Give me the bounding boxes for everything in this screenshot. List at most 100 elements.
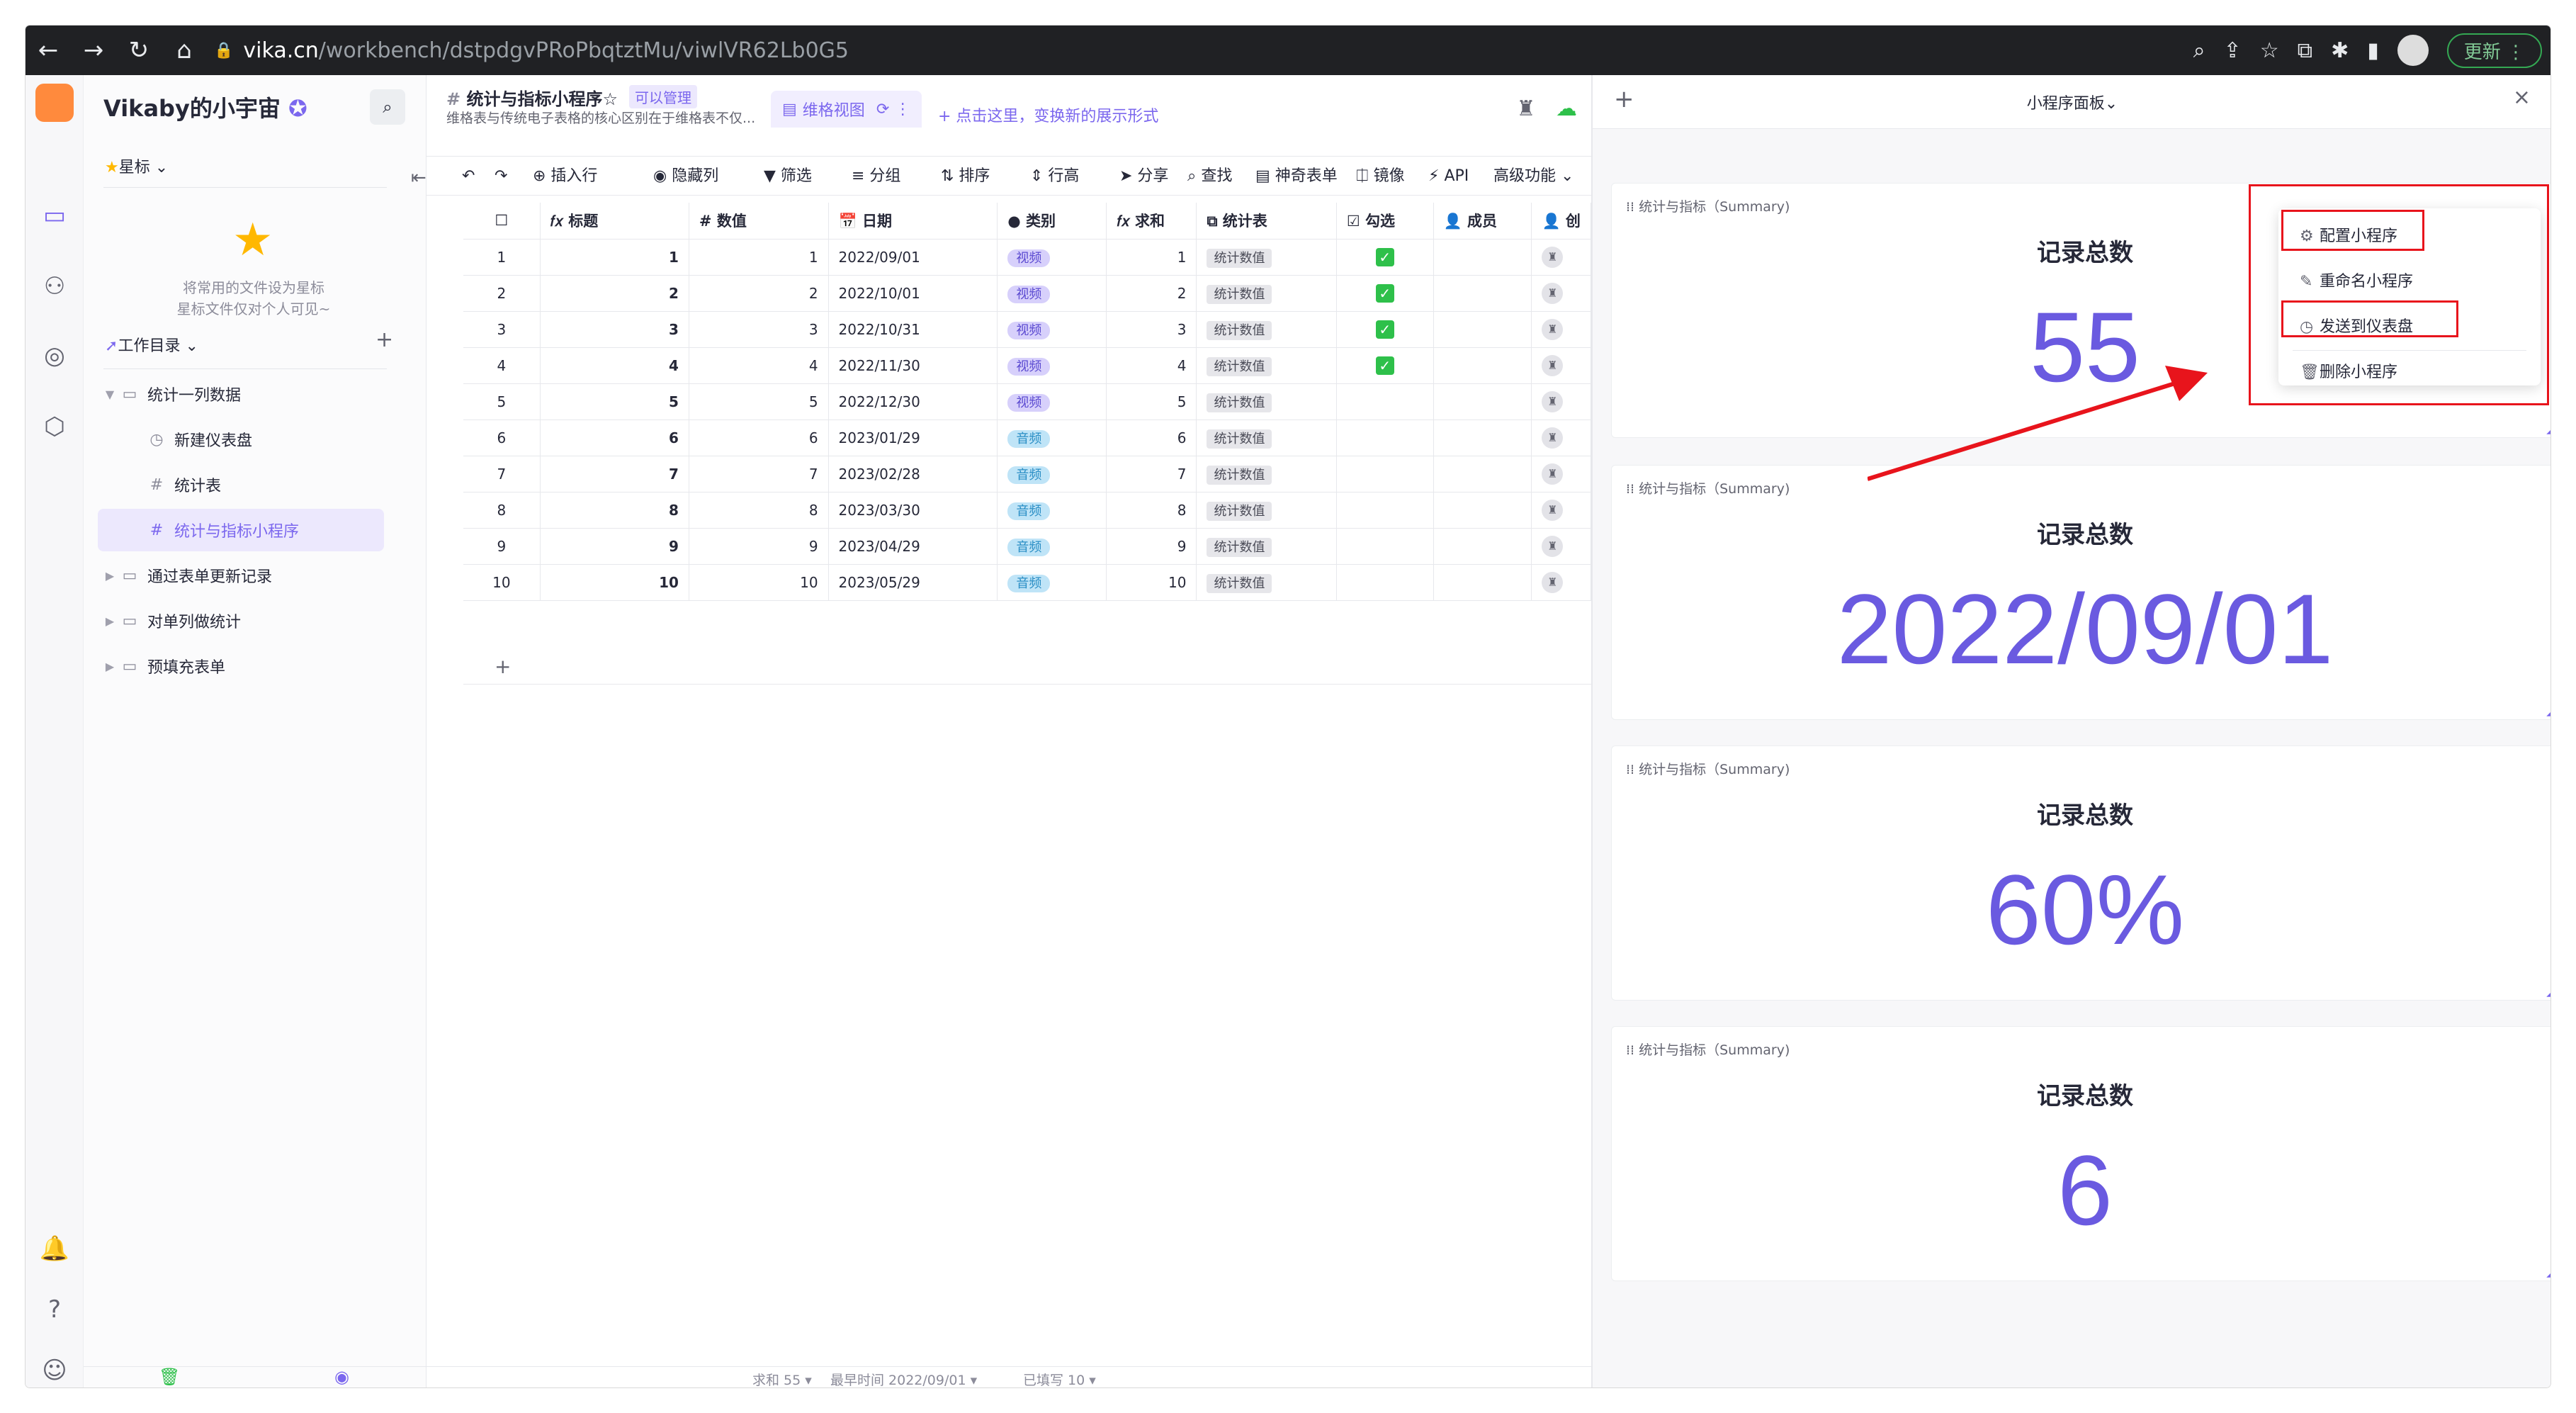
resize-handle-icon[interactable]: ◢	[2546, 987, 2550, 998]
link-cell[interactable]: 统计数值	[1196, 564, 1337, 601]
row-number-cell[interactable]: 7	[463, 456, 541, 492]
creator-cell[interactable]: ♜	[1531, 564, 1591, 601]
menu-item-rename[interactable]: ✎ 重命名小程序	[2278, 261, 2541, 303]
resize-handle-icon[interactable]: ◢	[2546, 1268, 2550, 1279]
close-icon[interactable]: ×	[2513, 85, 2531, 110]
checkbox-cell[interactable]	[1336, 456, 1434, 492]
sheet-description[interactable]: 维格表与传统电子表格的核心区别在于维格表不仅...	[446, 108, 755, 127]
share-icon[interactable]: ⇪	[2224, 38, 2242, 63]
widget-name[interactable]: ⁞⁞ 统计与指标（Summary)	[1626, 478, 1790, 497]
table-row[interactable]: 6 6 6 2023/01/29 音频 6 统计数值 ♜	[463, 420, 1591, 456]
redo-icon[interactable]: ↷	[495, 157, 507, 196]
value-cell[interactable]: 8	[689, 492, 829, 529]
menu-item-delete[interactable]: 🗑删除小程序	[2278, 351, 2541, 394]
tree-folder-form-update[interactable]: ▶ ▭ 通过表单更新记录	[84, 554, 388, 597]
link-cell[interactable]: 统计数值	[1196, 239, 1337, 276]
title-cell[interactable]: 10	[540, 564, 689, 601]
group-button[interactable]: ≡ 分组	[852, 157, 900, 196]
bookmark-star-icon[interactable]: ☆	[2260, 38, 2279, 63]
update-button[interactable]: 更新 ⋮	[2446, 33, 2542, 68]
row-number-cell[interactable]: 9	[463, 528, 541, 565]
creator-cell[interactable]: ♜	[1531, 311, 1591, 348]
collapse-sidebar-icon[interactable]: ⇤	[411, 167, 426, 188]
summary-widget[interactable]: ⁞⁞ 统计与指标（Summary) 记录总数 60% ◢	[1611, 745, 2550, 1001]
title-cell[interactable]: 1	[540, 239, 689, 276]
reload-icon[interactable]: ↻	[116, 26, 162, 75]
sum-cell[interactable]: 10	[1106, 564, 1197, 601]
link-cell[interactable]: 统计数值	[1196, 528, 1337, 565]
sum-cell[interactable]: 7	[1106, 456, 1197, 492]
checkbox-cell[interactable]	[1336, 528, 1434, 565]
checkbox-cell[interactable]	[1336, 564, 1434, 601]
row-number-cell[interactable]: 8	[463, 492, 541, 529]
title-cell[interactable]: 3	[540, 311, 689, 348]
date-cell[interactable]: 2022/10/01	[828, 275, 998, 312]
planet-icon[interactable]: ◉	[334, 1367, 349, 1387]
date-cell[interactable]: 2022/12/30	[828, 383, 998, 420]
title-cell[interactable]: 7	[540, 456, 689, 492]
sum-cell[interactable]: 9	[1106, 528, 1197, 565]
search-icon[interactable]: ⌕	[370, 89, 405, 125]
creator-cell[interactable]: ♜	[1531, 383, 1591, 420]
tree-item-stat-sheet[interactable]: # 统计表	[84, 463, 388, 506]
find-button[interactable]: ⌕ 查找	[1187, 157, 1232, 196]
category-cell[interactable]: 音频	[997, 528, 1107, 565]
member-cell[interactable]	[1433, 564, 1532, 601]
sum-cell[interactable]: 5	[1106, 383, 1197, 420]
row-number-cell[interactable]: 2	[463, 275, 541, 312]
category-cell[interactable]: 视频	[997, 347, 1107, 384]
advanced-button[interactable]: 高级功能 ⌄	[1493, 157, 1574, 196]
sum-cell[interactable]: 3	[1106, 311, 1197, 348]
tree-folder-prefill-form[interactable]: ▶ ▭ 预填充表单	[84, 645, 388, 687]
sidepanel-icon[interactable]: ▮	[2367, 38, 2379, 63]
stat-earliest[interactable]: 最早时间 2022/09/01 ▾	[830, 1370, 977, 1387]
creator-cell[interactable]: ♜	[1531, 492, 1591, 529]
row-number-cell[interactable]: 1	[463, 239, 541, 276]
stat-sum[interactable]: 求和 55 ▾	[752, 1370, 812, 1387]
widget-name[interactable]: ⁞⁞ 统计与指标（Summary)	[1626, 1040, 1790, 1059]
column-header-value[interactable]: # 数值	[689, 203, 829, 240]
column-header-creator[interactable]: 👤 创	[1531, 203, 1591, 240]
hide-columns-button[interactable]: ◉ 隐藏列	[653, 157, 718, 196]
link-cell[interactable]: 统计数值	[1196, 456, 1337, 492]
link-cell[interactable]: 统计数值	[1196, 492, 1337, 529]
category-cell[interactable]: 音频	[997, 492, 1107, 529]
category-cell[interactable]: 音频	[997, 420, 1107, 456]
help-icon[interactable]: ?	[26, 1295, 84, 1324]
creator-cell[interactable]: ♜	[1531, 275, 1591, 312]
summary-widget[interactable]: ⁞⁞ 统计与指标（Summary) 记录总数 2022/09/01 ◢	[1611, 465, 2550, 720]
notification-bell-icon[interactable]: 🔔	[26, 1234, 84, 1263]
value-cell[interactable]: 5	[689, 383, 829, 420]
title-cell[interactable]: 4	[540, 347, 689, 384]
checkbox-cell[interactable]: ✓	[1336, 275, 1434, 312]
puzzle-icon[interactable]: ✱	[2331, 38, 2349, 63]
date-cell[interactable]: 2023/02/28	[828, 456, 998, 492]
sync-icon[interactable]: ⟳	[876, 101, 889, 118]
column-header-date[interactable]: 📅 日期	[828, 203, 998, 240]
trash-icon[interactable]: 🗑	[159, 1367, 180, 1387]
link-cell[interactable]: 统计数值	[1196, 420, 1337, 456]
date-cell[interactable]: 2023/03/30	[828, 492, 998, 529]
column-header-category[interactable]: ● 类别	[997, 203, 1107, 240]
row-number-cell[interactable]: 5	[463, 383, 541, 420]
member-cell[interactable]	[1433, 420, 1532, 456]
api-button[interactable]: ⚡ API	[1428, 157, 1469, 196]
sum-cell[interactable]: 1	[1106, 239, 1197, 276]
drag-handle-icon[interactable]: ⁞⁞	[1626, 1042, 1639, 1058]
link-cell[interactable]: 统计数值	[1196, 383, 1337, 420]
sum-cell[interactable]: 4	[1106, 347, 1197, 384]
date-cell[interactable]: 2022/10/31	[828, 311, 998, 348]
value-cell[interactable]: 1	[689, 239, 829, 276]
creator-cell[interactable]: ♜	[1531, 420, 1591, 456]
column-header-link[interactable]: ⧉ 统计表	[1196, 203, 1337, 240]
sum-cell[interactable]: 6	[1106, 420, 1197, 456]
category-cell[interactable]: 音频	[997, 564, 1107, 601]
value-cell[interactable]: 9	[689, 528, 829, 565]
workbench-icon[interactable]: ▭	[26, 201, 84, 230]
column-header-title[interactable]: 𝑓𝑥 标题	[540, 203, 689, 240]
value-cell[interactable]: 4	[689, 347, 829, 384]
member-cell[interactable]	[1433, 311, 1532, 348]
category-cell[interactable]: 视频	[997, 383, 1107, 420]
resize-handle-icon[interactable]: ◢	[2546, 706, 2550, 718]
add-view-link[interactable]: + 点击这里，变换新的展示形式	[938, 103, 1158, 126]
